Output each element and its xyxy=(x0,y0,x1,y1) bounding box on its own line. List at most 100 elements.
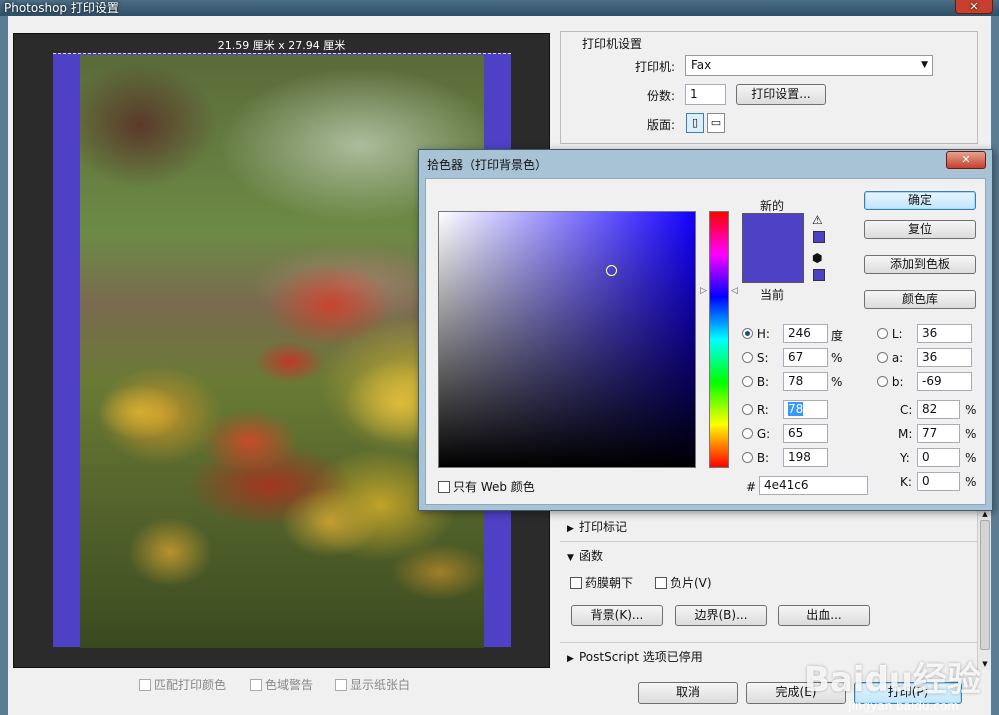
radio-button xyxy=(742,376,753,387)
match-print-colors-label: 匹配打印颜色 xyxy=(154,678,227,692)
red-radio[interactable]: R: xyxy=(742,403,769,417)
brightness-radio[interactable]: B: xyxy=(742,375,769,389)
printer-select[interactable]: Fax ▼ xyxy=(685,55,933,76)
hue-input[interactable]: 246 xyxy=(783,324,828,343)
baidu-watermark: Baidu经验 xyxy=(803,660,981,700)
red-input[interactable]: 78 xyxy=(783,400,828,419)
radio-button xyxy=(742,352,753,363)
radio-button xyxy=(877,376,888,387)
lab-a-input[interactable]: 36 xyxy=(917,348,972,367)
settings-scrollbar[interactable]: ▲ ▼ xyxy=(977,510,991,670)
bleed-button[interactable]: 出血... xyxy=(778,605,870,626)
green-label: G: xyxy=(756,427,771,441)
only-web-colors-checkbox[interactable]: 只有 Web 颜色 xyxy=(438,478,535,495)
watermark-url: jingyan.baidu.com xyxy=(848,699,959,713)
show-paper-white-label: 显示纸张白 xyxy=(350,678,411,692)
collapse-triangle-icon: ▼ xyxy=(567,553,574,563)
red-value: 78 xyxy=(788,402,804,416)
black-input[interactable]: 0 xyxy=(917,472,960,491)
checkbox-box xyxy=(335,679,347,691)
radio-button xyxy=(877,328,888,339)
lab-a-radio[interactable]: a: xyxy=(877,351,903,365)
ok-button[interactable]: 确定 xyxy=(864,191,976,210)
functions-section[interactable]: ▼ 函数 xyxy=(567,547,603,564)
scrollbar-thumb[interactable] xyxy=(980,520,990,650)
blue-input[interactable]: 198 xyxy=(783,448,828,467)
brightness-label: B: xyxy=(756,375,770,389)
dialog-close-button[interactable]: ✕ xyxy=(946,151,986,169)
reset-button[interactable]: 复位 xyxy=(864,220,976,239)
lab-l-input[interactable]: 36 xyxy=(917,324,972,343)
gamut-swatch[interactable] xyxy=(813,231,825,243)
gamut-warning-icon[interactable]: ⚠ xyxy=(812,213,823,227)
saturation-input[interactable]: 67 xyxy=(783,348,828,367)
green-radio[interactable]: G: xyxy=(742,427,770,441)
print-marks-section[interactable]: ▶ 打印标记 xyxy=(567,518,627,535)
cyan-input[interactable]: 82 xyxy=(917,400,960,419)
negative-label: 负片(V) xyxy=(670,576,712,590)
background-button[interactable]: 背景(K)... xyxy=(571,605,663,626)
scroll-up-icon[interactable]: ▲ xyxy=(978,510,992,520)
hue-unit: 度 xyxy=(831,329,844,343)
brightness-input[interactable]: 78 xyxy=(783,372,828,391)
current-color-swatch[interactable] xyxy=(742,248,804,283)
blue-radio[interactable]: B: xyxy=(742,451,769,465)
add-to-swatches-button[interactable]: 添加到色板 xyxy=(864,255,976,274)
hex-input[interactable]: 4e41c6 xyxy=(759,476,868,495)
only-web-colors-label: 只有 Web 颜色 xyxy=(453,480,535,494)
hue-slider[interactable] xyxy=(709,211,729,468)
copies-input[interactable]: 1 xyxy=(685,84,726,105)
green-input[interactable]: 65 xyxy=(783,424,828,443)
window-close-button[interactable]: ✕ xyxy=(955,0,993,14)
saturation-brightness-field[interactable] xyxy=(438,211,696,468)
lab-l-label: L: xyxy=(891,327,903,341)
red-label: R: xyxy=(756,403,769,417)
chevron-down-icon: ▼ xyxy=(921,60,928,70)
match-print-colors-checkbox[interactable]: 匹配打印颜色 xyxy=(139,676,226,693)
saturation-unit: % xyxy=(831,351,843,365)
gamut-warning-checkbox[interactable]: 色域警告 xyxy=(250,676,313,693)
hex-label: # xyxy=(746,480,757,494)
color-cursor[interactable] xyxy=(606,265,617,276)
landscape-icon: ▭ xyxy=(710,116,722,129)
close-icon: ✕ xyxy=(961,153,971,166)
landscape-layout-button[interactable]: ▭ xyxy=(707,113,725,133)
yellow-input[interactable]: 0 xyxy=(917,448,960,467)
print-settings-button[interactable]: 打印设置... xyxy=(736,84,826,105)
printer-value: Fax xyxy=(691,58,712,72)
checkbox-box xyxy=(438,481,450,493)
hue-slider-right-arrow-icon[interactable]: ◁ xyxy=(731,286,738,296)
radio-button xyxy=(742,452,753,463)
saturation-radio[interactable]: S: xyxy=(742,351,769,365)
cyan-unit: % xyxy=(965,403,977,417)
radio-button xyxy=(877,352,888,363)
checkbox-box xyxy=(570,577,582,589)
negative-checkbox[interactable]: 负片(V) xyxy=(655,574,712,591)
saturation-label: S: xyxy=(756,351,769,365)
expand-triangle-icon: ▶ xyxy=(567,524,574,534)
color-picker-dialog: 拾色器（打印背景色） ✕ ▷ ◁ 新的 当前 ⚠ ⬢ 确定 复位 添加到色板 颜… xyxy=(418,149,993,511)
web-safe-cube-icon[interactable]: ⬢ xyxy=(812,251,822,265)
border-button[interactable]: 边界(B)... xyxy=(675,605,767,626)
hue-slider-left-arrow-icon[interactable]: ▷ xyxy=(700,286,707,296)
color-libraries-button[interactable]: 颜色库 xyxy=(864,290,976,309)
hue-label: H: xyxy=(756,327,770,341)
web-safe-swatch[interactable] xyxy=(813,269,825,281)
section-divider xyxy=(560,541,978,542)
lab-b-radio[interactable]: b: xyxy=(877,375,904,389)
magenta-input[interactable]: 77 xyxy=(917,424,960,443)
hue-radio[interactable]: H: xyxy=(742,327,770,341)
cancel-button[interactable]: 取消 xyxy=(638,682,738,704)
portrait-layout-button[interactable]: ▯ xyxy=(686,113,704,133)
layout-label: 版面: xyxy=(647,118,676,132)
lab-l-radio[interactable]: L: xyxy=(877,327,903,341)
lab-a-label: a: xyxy=(891,351,904,365)
show-paper-white-checkbox[interactable]: 显示纸张白 xyxy=(335,676,410,693)
gamut-warning-label: 色域警告 xyxy=(265,678,314,692)
lab-b-input[interactable]: -69 xyxy=(917,372,972,391)
printer-setup-heading: 打印机设置 xyxy=(582,37,643,51)
postscript-section[interactable]: ▶ PostScript 选项已停用 xyxy=(567,648,703,665)
printer-label: 打印机: xyxy=(635,60,676,74)
emulsion-down-checkbox[interactable]: 药膜朝下 xyxy=(570,574,633,591)
yellow-label: Y: xyxy=(900,451,910,465)
